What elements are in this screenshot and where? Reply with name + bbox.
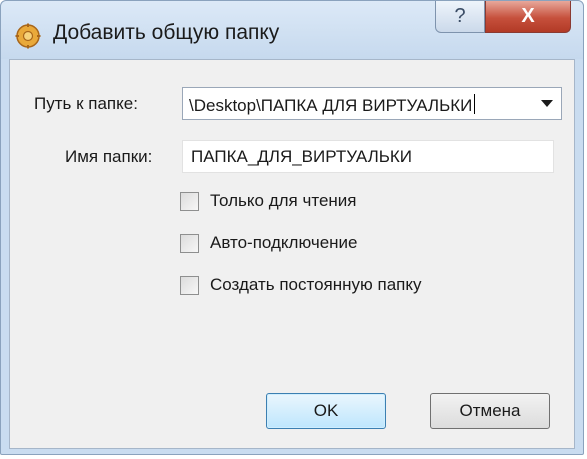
folder-name-input[interactable]: ПАПКА_ДЛЯ_ВИРТУАЛЬКИ <box>182 140 554 173</box>
window-title: Добавить общую папку <box>53 21 280 44</box>
close-button[interactable]: X <box>485 1 571 33</box>
readonly-checkbox[interactable] <box>180 192 199 211</box>
help-button[interactable]: ? <box>435 1 485 33</box>
close-icon: X <box>521 5 535 27</box>
automount-label[interactable]: Авто-подключение <box>210 233 358 253</box>
dialog-body: Путь к папке: \Desktop\ПАПКА ДЛЯ ВИРТУАЛ… <box>9 59 575 449</box>
title-bar[interactable]: Добавить общую папку ? X <box>1 1 583 59</box>
gear-icon <box>15 23 41 49</box>
path-combobox[interactable]: \Desktop\ПАПКА ДЛЯ ВИРТУАЛЬКИ <box>182 87 562 120</box>
ok-button[interactable]: OK <box>266 393 386 429</box>
name-label: Имя папки: <box>65 147 153 166</box>
path-label: Путь к папке: <box>34 94 138 113</box>
automount-checkbox[interactable] <box>180 234 199 253</box>
readonly-label[interactable]: Только для чтения <box>210 191 356 211</box>
cancel-button[interactable]: Отмена <box>430 393 550 429</box>
permanent-checkbox[interactable] <box>180 276 199 295</box>
folder-name-value: ПАПКА_ДЛЯ_ВИРТУАЛЬКИ <box>191 147 413 166</box>
help-icon: ? <box>454 5 466 27</box>
permanent-label[interactable]: Создать постоянную папку <box>210 275 422 295</box>
add-shared-folder-dialog: Добавить общую папку ? X Путь к папке: \… <box>0 0 584 455</box>
chevron-down-icon[interactable] <box>541 100 553 107</box>
path-value: \Desktop\ПАПКА ДЛЯ ВИРТУАЛЬКИ <box>189 94 476 116</box>
